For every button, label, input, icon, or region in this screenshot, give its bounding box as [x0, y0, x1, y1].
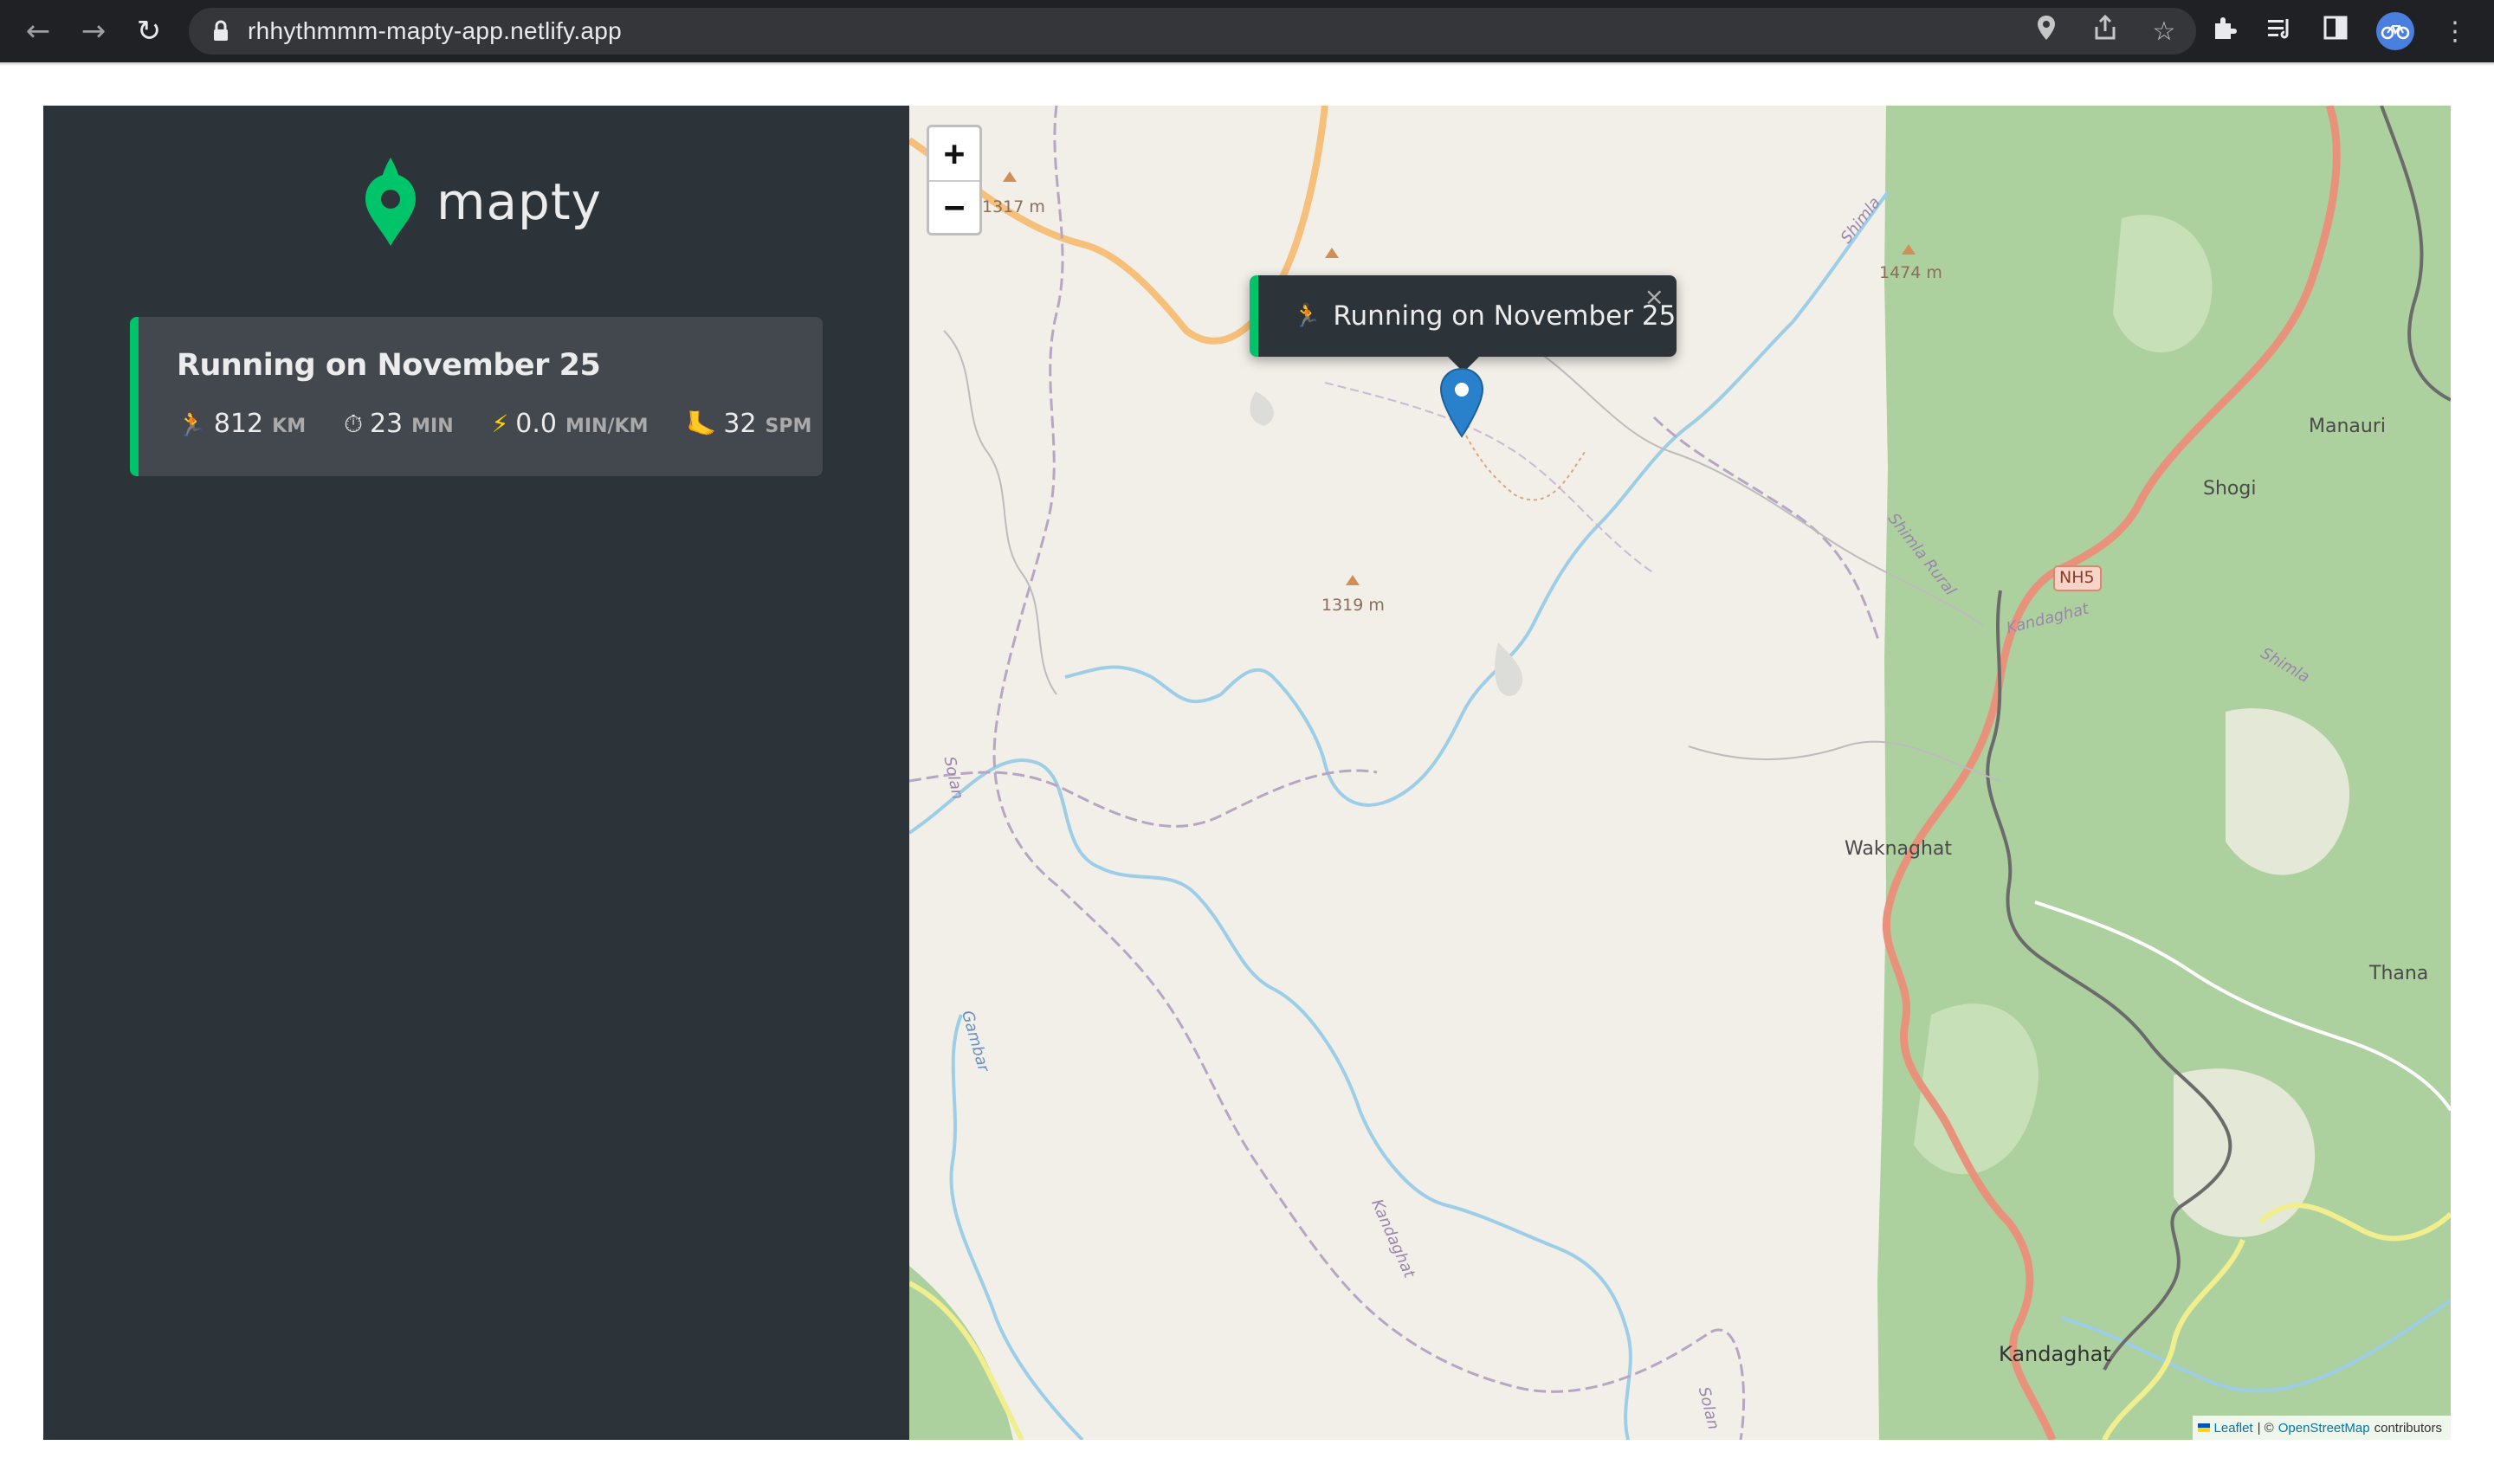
ukraine-flag-icon [2197, 1423, 2210, 1432]
duration-value: 23 [369, 409, 404, 439]
place-label: Thana [2369, 963, 2429, 984]
toolbar-shadow [0, 62, 2494, 66]
workout-popup[interactable]: 🏃 Running on November 25 × [1250, 275, 1677, 357]
place-label: Shogi [2203, 478, 2257, 500]
sidebar: mapty Running on November 25 🏃 812 KM ⏱ … [43, 106, 909, 1440]
zoom-control: + − [927, 125, 982, 236]
workout-title: Running on November 25 [177, 348, 601, 383]
side-panel-icon[interactable] [2321, 16, 2350, 47]
distance-value: 812 [213, 409, 264, 439]
place-label: Waknaghat [1845, 838, 1953, 860]
elevation-label: 1474 m [1879, 263, 1942, 282]
reading-list-icon[interactable] [2265, 16, 2295, 47]
location-icon[interactable] [2032, 15, 2061, 48]
pace-value: 0.0 [515, 409, 558, 439]
lightning-icon: ⚡ [491, 410, 509, 438]
url-text[interactable]: rhhythmmm-mapty-app.netlify.app [248, 17, 622, 45]
map-pin-logo-icon [365, 158, 416, 246]
duration-stat: ⏱ 23 MIN [344, 409, 454, 439]
reload-icon[interactable]: ↻ [121, 0, 177, 62]
workout-item[interactable]: Running on November 25 🏃 812 KM ⏱ 23 MIN… [130, 317, 823, 476]
distance-unit: KM [272, 416, 307, 437]
profile-avatar[interactable] [2376, 12, 2414, 50]
highway-label: NH5 [2059, 568, 2095, 587]
elevation-label: 1317 m [982, 197, 1045, 216]
map-tiles[interactable] [909, 106, 2451, 1440]
cadence-stat: 🦶 32 SPM [686, 409, 811, 439]
zoom-in-button[interactable]: + [929, 127, 979, 180]
logo: mapty [364, 156, 602, 248]
leaflet-link[interactable]: Leaflet [2214, 1421, 2253, 1436]
map-marker-icon[interactable] [1439, 367, 1484, 442]
pace-unit: MIN/KM [565, 416, 649, 437]
back-arrow-icon[interactable]: ← [10, 0, 66, 62]
lock-icon[interactable] [208, 20, 234, 42]
place-label: Manauri [2309, 416, 2386, 437]
stopwatch-icon: ⏱ [344, 410, 363, 438]
share-icon[interactable] [2090, 14, 2120, 48]
extensions-icon[interactable] [2210, 15, 2239, 48]
pace-stat: ⚡ 0.0 MIN/KM [492, 409, 649, 439]
town-label: Kandaghat [1999, 1342, 2111, 1366]
runner-icon: 🏃 [177, 410, 207, 438]
workout-stats: 🏃 812 KM ⏱ 23 MIN ⚡ 0.0 MIN/KM 🦶 32 SPM [177, 409, 811, 439]
forward-arrow-icon[interactable]: → [66, 0, 121, 62]
star-icon[interactable]: ☆ [2149, 16, 2179, 47]
more-menu-icon[interactable]: ⋮ [2440, 16, 2470, 47]
attribution-contributors: contributors [2374, 1420, 2442, 1436]
runner-icon: 🏃 [1293, 303, 1321, 329]
elevation-label: 1319 m [1321, 596, 1385, 615]
zoom-out-button[interactable]: − [929, 180, 979, 233]
browser-toolbar: ← → ↻ rhhythmmm-mapty-app.netlify.app ☆ [0, 0, 2494, 62]
footprint-icon: 🦶 [686, 410, 717, 438]
distance-stat: 🏃 812 KM [177, 409, 306, 439]
map-attribution: Leaflet | © OpenStreetMap contributors [2192, 1416, 2451, 1440]
logo-text: mapty [436, 172, 602, 231]
popup-text: Running on November 25 [1333, 300, 1677, 332]
attribution-separator: | © [2257, 1420, 2274, 1436]
duration-unit: MIN [411, 416, 454, 437]
popup-close-button[interactable]: × [1644, 282, 1664, 311]
cadence-unit: SPM [765, 416, 812, 437]
osm-link[interactable]: OpenStreetMap [2278, 1421, 2370, 1436]
map[interactable]: 1317 m 1319 m 1474 m Manauri Shogi NH5 S… [909, 106, 2451, 1440]
address-bar[interactable]: rhhythmmm-mapty-app.netlify.app ☆ [189, 8, 2196, 55]
cadence-value: 32 [723, 409, 757, 439]
